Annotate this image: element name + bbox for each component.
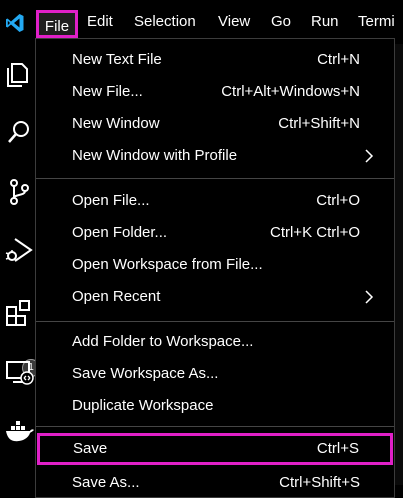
menu-item-label: Open File... (72, 192, 150, 209)
menu-item-new-text-file[interactable]: New Text File Ctrl+N (36, 45, 394, 75)
menu-item-save[interactable]: Save Ctrl+S (37, 433, 393, 465)
menu-item-open-file[interactable]: Open File... Ctrl+O (36, 186, 394, 216)
menu-item-label: Duplicate Workspace (72, 397, 214, 414)
menu-item-open-workspace-from-file[interactable]: Open Workspace from File... (36, 250, 394, 280)
run-debug-icon[interactable] (3, 234, 35, 266)
search-icon[interactable] (3, 116, 35, 148)
menu-terminal[interactable]: Termi (354, 10, 399, 34)
menu-item-new-window-with-profile[interactable]: New Window with Profile (36, 141, 394, 171)
vscode-logo-icon[interactable] (5, 13, 25, 33)
menu-item-label: Open Workspace from File... (72, 256, 263, 273)
menu-item-shortcut: Ctrl+Shift+S (279, 474, 360, 491)
menu-separator (36, 178, 394, 179)
activity-bar: 1 (0, 44, 40, 485)
remote-explorer-icon[interactable] (3, 356, 35, 388)
menu-edit[interactable]: Edit (83, 10, 117, 34)
explorer-icon[interactable] (3, 58, 35, 90)
menu-item-shortcut: Ctrl+Shift+N (278, 115, 360, 132)
menu-item-save-workspace-as[interactable]: Save Workspace As... (36, 359, 394, 389)
menu-item-label: Add Folder to Workspace... (72, 333, 254, 350)
menu-item-label: Save (73, 440, 108, 457)
chevron-right-icon (365, 290, 374, 304)
menu-item-shortcut: Ctrl+O (316, 192, 360, 209)
menu-separator (36, 321, 394, 322)
menu-item-label: Save Workspace As... (72, 365, 219, 382)
menu-item-new-file[interactable]: New File... Ctrl+Alt+Windows+N (36, 77, 394, 107)
menu-go[interactable]: Go (267, 10, 295, 34)
menu-separator (36, 426, 394, 427)
menu-item-new-window[interactable]: New Window Ctrl+Shift+N (36, 109, 394, 139)
menu-item-label: New Window with Profile (72, 147, 238, 164)
menu-view[interactable]: View (214, 10, 254, 34)
editor-edge (394, 44, 403, 485)
menu-item-open-recent[interactable]: Open Recent (36, 282, 394, 312)
menu-item-save-as[interactable]: Save As... Ctrl+Shift+S (36, 468, 394, 498)
menu-item-duplicate-workspace[interactable]: Duplicate Workspace (36, 391, 394, 421)
menu-item-shortcut: Ctrl+S (316, 440, 359, 457)
chevron-right-icon (365, 149, 374, 163)
menu-file[interactable]: File (36, 10, 78, 38)
menu-item-shortcut: Ctrl+K Ctrl+O (269, 224, 360, 241)
extensions-icon[interactable] (3, 297, 35, 329)
docker-icon[interactable] (3, 414, 35, 446)
file-menu-dropdown: New Text File Ctrl+N New File... Ctrl+Al… (35, 38, 395, 498)
menu-item-label: Open Recent (72, 288, 161, 305)
menu-item-add-folder-to-workspace[interactable]: Add Folder to Workspace... (36, 327, 394, 357)
menu-item-label: New Text File (72, 51, 162, 68)
menu-item-label: New Window (72, 115, 160, 132)
menu-item-shortcut: Ctrl+Alt+Windows+N (221, 83, 360, 100)
menu-item-open-folder[interactable]: Open Folder... Ctrl+K Ctrl+O (36, 218, 394, 248)
menu-item-label: New File... (72, 83, 143, 100)
menu-item-label: Open Folder... (72, 224, 168, 241)
menu-run[interactable]: Run (307, 10, 343, 34)
source-control-icon[interactable] (3, 176, 35, 208)
menu-item-shortcut: Ctrl+N (317, 51, 360, 68)
menu-selection[interactable]: Selection (130, 10, 200, 34)
menu-item-label: Save As... (72, 474, 140, 491)
